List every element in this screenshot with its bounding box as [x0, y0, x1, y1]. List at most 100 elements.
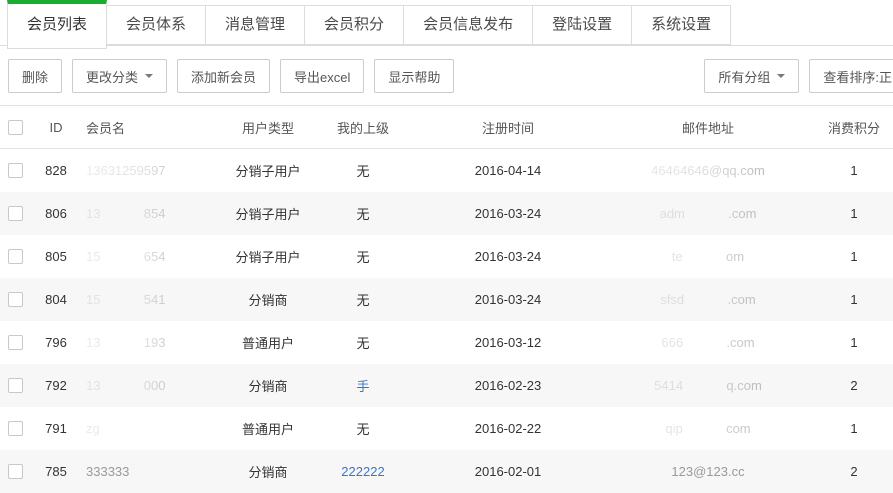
all-groups-dropdown[interactable]: 所有分组 — [704, 59, 799, 93]
row-checkbox[interactable] — [8, 163, 23, 178]
tab-system-settings[interactable]: 系统设置 — [631, 5, 731, 45]
chevron-down-icon — [145, 74, 153, 82]
delete-button[interactable]: 删除 — [8, 59, 62, 93]
table-row: 806 13 854 分销子用户 无 2016-03-24 adm .com 1 — [0, 192, 893, 235]
cell-member-name: 13631259597 — [78, 149, 225, 192]
table-row: 785 333333 分销商 222222 2016-02-01 123@123… — [0, 450, 893, 493]
cell-email: te om — [601, 235, 815, 278]
table-row: 805 15 654 分销子用户 无 2016-03-24 te om 1 — [0, 235, 893, 278]
cell-id: 792 — [34, 364, 78, 407]
chevron-down-icon — [777, 74, 785, 82]
cell-user-type: 分销子用户 — [225, 149, 311, 192]
cell-member-name: 333333 — [78, 450, 225, 493]
header-email: 邮件地址 — [601, 106, 815, 149]
cell-register-time: 2016-03-12 — [415, 321, 601, 364]
cell-member-name: 13 854 — [78, 192, 225, 235]
header-points: 消费积分 — [815, 106, 893, 149]
cell-register-time: 2016-02-22 — [415, 407, 601, 450]
header-parent: 我的上级 — [311, 106, 415, 149]
cell-email: 666 .com — [601, 321, 815, 364]
cell-parent[interactable]: 手 — [311, 364, 415, 407]
cell-member-name: 15 541 — [78, 278, 225, 321]
cell-id: 796 — [34, 321, 78, 364]
toolbar: 删除 更改分类 添加新会员 导出excel 显示帮助 所有分组 查看排序:正常排… — [0, 46, 893, 105]
cell-id: 828 — [34, 149, 78, 192]
cell-user-type: 普通用户 — [225, 407, 311, 450]
change-category-label: 更改分类 — [86, 67, 138, 86]
cell-register-time: 2016-03-24 — [415, 235, 601, 278]
add-member-button[interactable]: 添加新会员 — [177, 59, 270, 93]
cell-parent[interactable]: 222222 — [311, 450, 415, 493]
cell-points: 1 — [815, 321, 893, 364]
row-checkbox[interactable] — [8, 421, 23, 436]
cell-id: 806 — [34, 192, 78, 235]
header-user-type: 用户类型 — [225, 106, 311, 149]
header-id: ID — [34, 106, 78, 149]
row-checkbox[interactable] — [8, 249, 23, 264]
tab-member-system[interactable]: 会员体系 — [106, 5, 206, 45]
row-checkbox[interactable] — [8, 378, 23, 393]
cell-id: 804 — [34, 278, 78, 321]
cell-id: 785 — [34, 450, 78, 493]
cell-points: 1 — [815, 235, 893, 278]
cell-register-time: 2016-03-24 — [415, 278, 601, 321]
cell-parent: 无 — [311, 278, 415, 321]
cell-user-type: 分销商 — [225, 364, 311, 407]
all-groups-label: 所有分组 — [718, 67, 770, 86]
cell-user-type: 普通用户 — [225, 321, 311, 364]
cell-user-type: 分销子用户 — [225, 192, 311, 235]
cell-points: 1 — [815, 407, 893, 450]
sort-order-button[interactable]: 查看排序:正常排序 — [809, 59, 893, 93]
cell-user-type: 分销子用户 — [225, 235, 311, 278]
row-checkbox[interactable] — [8, 292, 23, 307]
show-help-button[interactable]: 显示帮助 — [374, 59, 454, 93]
cell-email: qip com — [601, 407, 815, 450]
tab-member-list[interactable]: 会员列表 — [7, 0, 107, 49]
cell-member-name: 13 000 — [78, 364, 225, 407]
cell-email: 5414 q.com — [601, 364, 815, 407]
toolbar-left-group: 删除 更改分类 添加新会员 导出excel 显示帮助 — [8, 59, 464, 93]
member-table: ID 会员名 用户类型 我的上级 注册时间 邮件地址 消费积分 828 1363… — [0, 105, 893, 493]
row-checkbox[interactable] — [8, 464, 23, 479]
row-checkbox[interactable] — [8, 335, 23, 350]
tab-message-management[interactable]: 消息管理 — [205, 5, 305, 45]
cell-email: 123@123.cc — [601, 450, 815, 493]
cell-parent: 无 — [311, 149, 415, 192]
cell-id: 805 — [34, 235, 78, 278]
cell-parent: 无 — [311, 407, 415, 450]
table-header-row: ID 会员名 用户类型 我的上级 注册时间 邮件地址 消费积分 — [0, 106, 893, 149]
cell-member-name: 13 193 — [78, 321, 225, 364]
cell-register-time: 2016-02-01 — [415, 450, 601, 493]
select-all-checkbox[interactable] — [8, 120, 23, 135]
cell-points: 2 — [815, 450, 893, 493]
cell-user-type: 分销商 — [225, 278, 311, 321]
cell-points: 1 — [815, 278, 893, 321]
change-category-dropdown[interactable]: 更改分类 — [72, 59, 167, 93]
cell-points: 1 — [815, 192, 893, 235]
cell-register-time: 2016-04-14 — [415, 149, 601, 192]
cell-member-name: zg — [78, 407, 225, 450]
tab-bar: 会员列表 会员体系 消息管理 会员积分 会员信息发布 登陆设置 系统设置 — [0, 0, 893, 46]
table-row: 791 zg 普通用户 无 2016-02-22 qip com 1 — [0, 407, 893, 450]
header-register-time: 注册时间 — [415, 106, 601, 149]
cell-member-name: 15 654 — [78, 235, 225, 278]
tab-member-points[interactable]: 会员积分 — [304, 5, 404, 45]
toolbar-right-group: 所有分组 查看排序:正常排序 — [704, 59, 893, 93]
export-excel-button[interactable]: 导出excel — [280, 59, 364, 93]
cell-email: adm .com — [601, 192, 815, 235]
table-row: 828 13631259597 分销子用户 无 2016-04-14 46464… — [0, 149, 893, 192]
cell-email: 46464646@qq.com — [601, 149, 815, 192]
cell-parent: 无 — [311, 321, 415, 364]
table-row: 804 15 541 分销商 无 2016-03-24 sfsd .com 1 — [0, 278, 893, 321]
cell-parent: 无 — [311, 235, 415, 278]
table-row: 796 13 193 普通用户 无 2016-03-12 666 .com 1 — [0, 321, 893, 364]
cell-user-type: 分销商 — [225, 450, 311, 493]
tab-login-settings[interactable]: 登陆设置 — [532, 5, 632, 45]
cell-register-time: 2016-02-23 — [415, 364, 601, 407]
cell-email: sfsd .com — [601, 278, 815, 321]
row-checkbox[interactable] — [8, 206, 23, 221]
table-row: 792 13 000 分销商 手 2016-02-23 5414 q.com 2 — [0, 364, 893, 407]
cell-points: 2 — [815, 364, 893, 407]
tab-member-info-publish[interactable]: 会员信息发布 — [403, 5, 533, 45]
header-member-name: 会员名 — [78, 106, 225, 149]
